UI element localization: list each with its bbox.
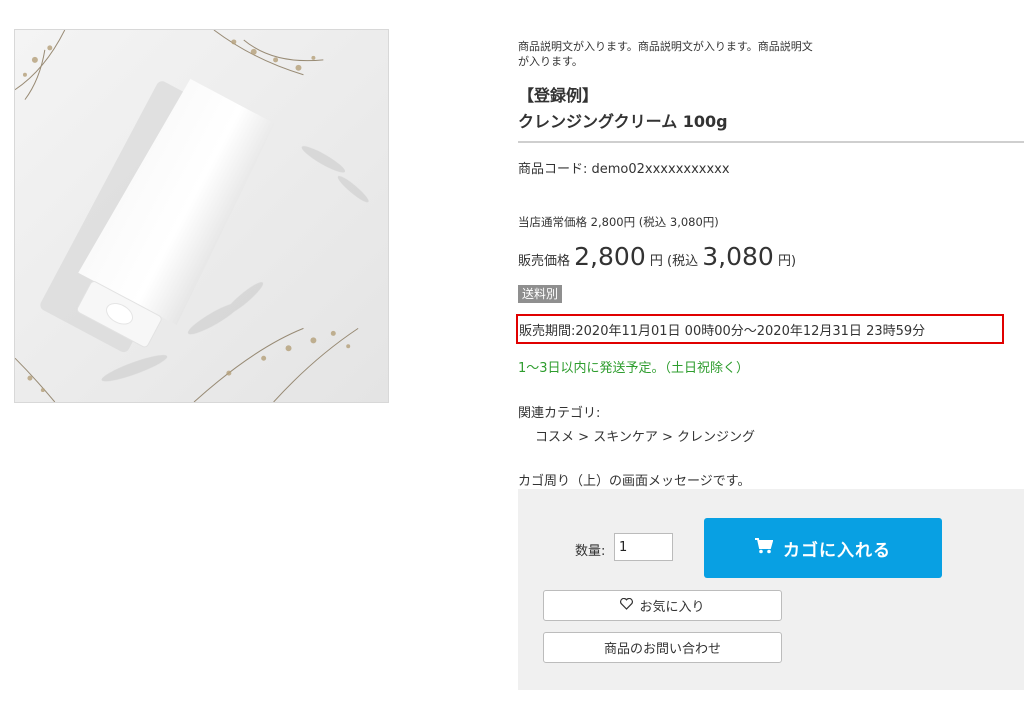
category-separator: > [661, 430, 673, 445]
product-description: 商品説明文が入ります。商品説明文が入ります。商品説明文が入ります。 [518, 40, 813, 68]
product-title-line2: クレンジングクリーム 100g [518, 112, 728, 131]
shipping-badge: 送料別 [518, 285, 563, 303]
product-image [14, 29, 389, 403]
sale-price-tax-value: 3,080 [702, 242, 774, 271]
quantity-label: 数量: [575, 544, 606, 559]
product-page: 商品説明文が入ります。商品説明文が入ります。商品説明文が入ります。 【登録例】 … [0, 0, 1024, 712]
favorite-label: お気に入り [639, 600, 705, 615]
sale-price-value: 2,800 [574, 242, 646, 271]
heart-icon [620, 597, 634, 614]
cart-message: カゴ周り（上）の画面メッセージです。 [518, 474, 751, 489]
category-link-skincare[interactable]: スキンケア [593, 430, 658, 445]
title-divider [518, 141, 1024, 143]
category-separator: > [578, 430, 590, 445]
quantity-input[interactable] [614, 533, 673, 561]
product-details: 商品説明文が入ります。商品説明文が入ります。商品説明文が入ります。 【登録例】 … [516, 39, 1024, 489]
sale-price: 販売価格 2,800 円 (税込 3,080 円) [518, 242, 796, 271]
cart-area: 数量: カゴに入れる お気に入り 商品のお問い合わせ [518, 489, 1024, 690]
category-link-cosme[interactable]: コスメ [535, 430, 574, 445]
inquiry-label: 商品のお問い合わせ [603, 642, 721, 657]
category-link-cleansing[interactable]: クレンジング [677, 430, 755, 445]
category-label: 関連カテゴリ: [518, 406, 601, 421]
inquiry-button[interactable]: 商品のお問い合わせ [543, 632, 782, 663]
favorite-button[interactable]: お気に入り [543, 590, 782, 621]
delivery-info: 1〜3日以内に発送予定。（土日祝除く） [518, 361, 750, 376]
sale-price-tax-yen: 円) [777, 254, 797, 269]
sale-price-label: 販売価格 [518, 254, 571, 269]
sale-price-yen: 円 [649, 254, 663, 269]
add-to-cart-label: カゴに入れる [783, 540, 891, 561]
sale-price-tax-label: (税込 [667, 254, 699, 269]
category-path: コスメ > スキンケア > クレンジング [535, 426, 755, 445]
sale-period: 販売期間:2020年11月01日 00時00分〜2020年12月31日 23時5… [516, 314, 1004, 344]
cart-icon [755, 537, 774, 559]
add-to-cart-button[interactable]: カゴに入れる [704, 518, 942, 578]
product-code: 商品コード: demo02xxxxxxxxxxx [518, 162, 730, 177]
normal-price: 当店通常価格 2,800円 (税込 3,080円) [518, 215, 719, 229]
product-title-line1: 【登録例】 [518, 86, 599, 105]
product-title: 【登録例】 クレンジングクリーム 100g [518, 83, 1024, 135]
